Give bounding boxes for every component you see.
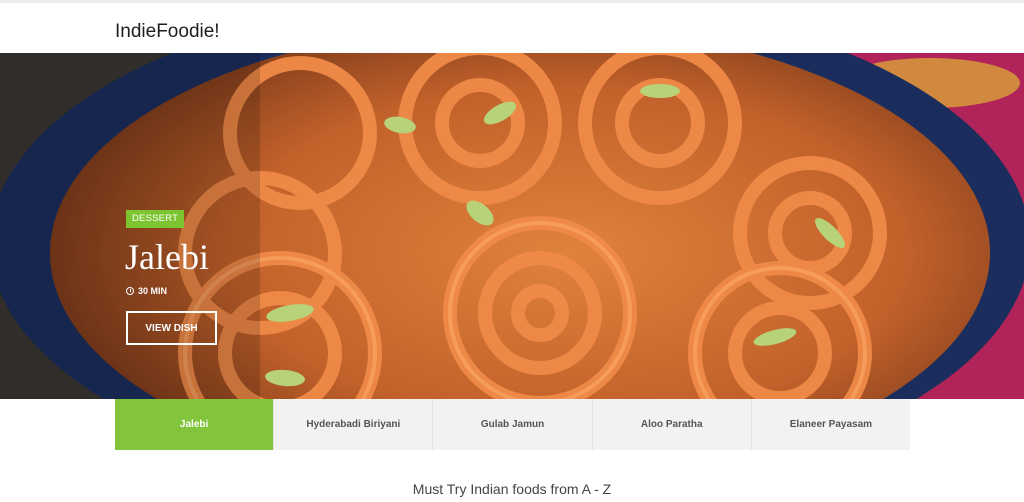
section-subtitle: Must Try Indian foods from A - Z: [412, 481, 612, 497]
category-badge[interactable]: DESSERT: [126, 210, 185, 228]
clock-icon: [126, 287, 134, 295]
tab-jalebi[interactable]: Jalebi: [115, 399, 275, 450]
cook-time-label: 30 MIN: [138, 286, 168, 296]
hero-banner: DESSERT Jalebi 30 MIN VIEW DISH: [0, 53, 1024, 399]
tab-gulab-jamun[interactable]: Gulab Jamun: [433, 399, 593, 450]
dish-title: Jalebi: [125, 237, 209, 277]
tab-elaneer-payasam[interactable]: Elaneer Payasam: [751, 399, 911, 450]
site-header: IndieFoodie!: [0, 3, 1024, 53]
tab-aloo-paratha[interactable]: Aloo Paratha: [592, 399, 752, 450]
brand-logo-text[interactable]: IndieFoodie!: [115, 21, 220, 43]
view-dish-button[interactable]: VIEW DISH: [126, 311, 217, 345]
tab-hyderabadi-biriyani[interactable]: Hyderabadi Biriyani: [274, 399, 434, 450]
dish-tabs: Jalebi Hyderabadi Biriyani Gulab Jamun A…: [115, 399, 911, 450]
cook-time: 30 MIN: [126, 286, 167, 296]
